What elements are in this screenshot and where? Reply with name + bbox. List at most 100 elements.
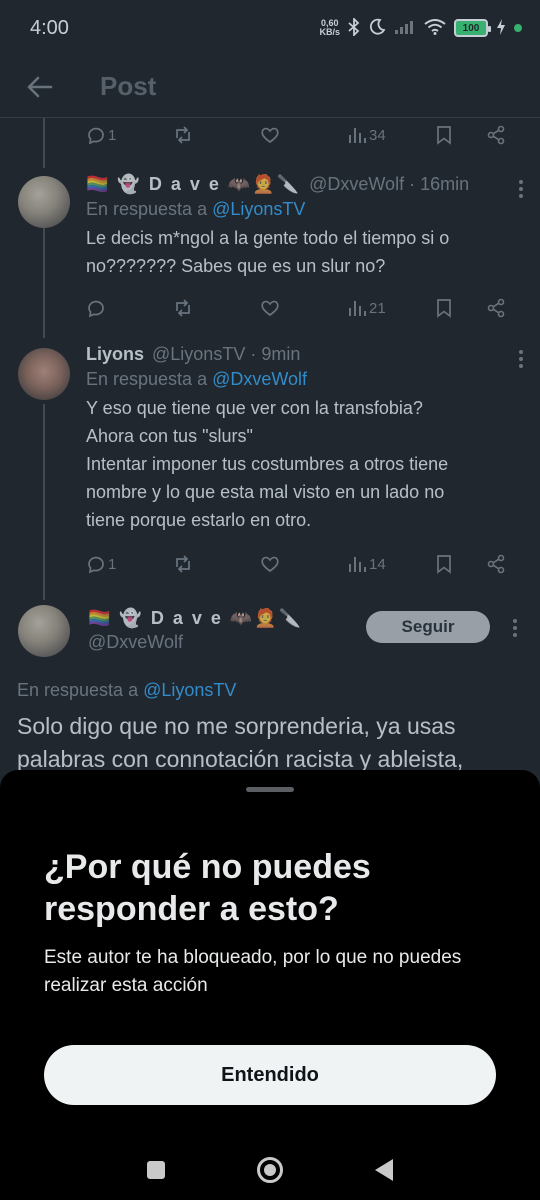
- bookmark-icon: [437, 299, 451, 318]
- reply-icon: [88, 127, 104, 145]
- repost-button[interactable]: [173, 298, 243, 318]
- reply-button[interactable]: 1: [86, 554, 156, 574]
- avatar[interactable]: [18, 605, 70, 657]
- share-icon: [487, 298, 505, 318]
- repost-icon: [176, 299, 190, 317]
- tweet-body: 🏳️‍🌈 👻 D a v e 🦇🧑‍🦰🔪 @DxveWolf · 16min E…: [86, 174, 526, 280]
- bottom-sheet: ¿Por qué no puedes responder a esto? Est…: [0, 770, 540, 1200]
- reply-button[interactable]: 1: [86, 125, 156, 145]
- tweet-actions: 1 34: [86, 118, 516, 152]
- share-icon: [487, 125, 505, 145]
- separator: ·: [250, 344, 257, 364]
- heart-icon: [261, 300, 279, 317]
- tweet-actions: 1 14: [86, 547, 516, 581]
- signal-icon: [394, 20, 416, 37]
- recents-button[interactable]: [147, 1161, 165, 1179]
- views-icon: [349, 128, 366, 143]
- app-header: Post: [0, 56, 540, 118]
- more-vertical-icon: [519, 350, 523, 368]
- reply-icon: [88, 556, 104, 574]
- tweet-text: Y eso que tiene que ver con la transfobi…: [86, 398, 449, 530]
- tweet-body: Liyons @LiyonsTV · 9min En respuesta a @…: [86, 344, 526, 534]
- secondary-actions: [434, 554, 516, 574]
- back-arrow-icon: [27, 76, 53, 97]
- avatar[interactable]: [18, 176, 70, 228]
- share-button[interactable]: [486, 298, 516, 318]
- system-back-button[interactable]: [375, 1159, 393, 1181]
- reply-handle-link[interactable]: @DxveWolf: [212, 369, 307, 389]
- display-name[interactable]: 🏳️‍🌈 👻 D a v e 🦇🧑‍🦰🔪: [88, 608, 303, 629]
- reply-handle-link[interactable]: @LiyonsTV: [143, 680, 236, 700]
- handle[interactable]: @DxveWolf: [309, 174, 404, 195]
- sheet-title: ¿Por qué no puedes responder a esto?: [44, 848, 371, 928]
- views-button[interactable]: 21: [347, 298, 417, 318]
- like-button[interactable]: [260, 554, 330, 574]
- reply-context: En respuesta a @LiyonsTV: [86, 199, 306, 219]
- repost-icon: [176, 555, 190, 573]
- bluetooth-icon: [348, 16, 360, 39]
- timestamp: 9min: [261, 344, 301, 364]
- share-button[interactable]: [486, 554, 516, 574]
- thread-connector: [43, 118, 45, 168]
- heart-icon: [261, 556, 279, 573]
- bookmark-icon: [437, 555, 451, 574]
- sheet-grabber[interactable]: [246, 787, 294, 792]
- understood-button[interactable]: Entendido: [44, 1045, 496, 1105]
- sheet-description: Este autor te ha bloqueado, por lo que n…: [44, 947, 462, 996]
- status-bar: 4:00 0,60 KB/s 100: [0, 0, 540, 56]
- share-button[interactable]: [486, 125, 516, 145]
- like-button[interactable]: [260, 298, 330, 318]
- display-name[interactable]: Liyons: [86, 344, 144, 365]
- bookmark-button[interactable]: [434, 298, 464, 318]
- handle[interactable]: @DxveWolf: [88, 632, 358, 653]
- back-button[interactable]: [20, 67, 60, 107]
- avatar[interactable]: [18, 348, 70, 400]
- secondary-actions: [434, 125, 516, 145]
- bookmark-button[interactable]: [434, 125, 464, 145]
- follow-button[interactable]: Seguir: [366, 611, 490, 643]
- tweet-text: Le decis m*ngol a la gente todo el tiemp…: [86, 228, 450, 276]
- privacy-indicator: [514, 24, 522, 32]
- views-icon: [349, 301, 366, 316]
- network-speed: 0,60 KB/s: [319, 18, 340, 37]
- tweet-header: Liyons @LiyonsTV · 9min: [86, 344, 526, 365]
- status-icons: 0,60 KB/s 100: [319, 16, 522, 39]
- timestamp: 16min: [420, 174, 470, 194]
- more-vertical-icon: [513, 619, 517, 637]
- page-title: Post: [100, 71, 157, 101]
- secondary-actions: [434, 298, 516, 318]
- more-options-button[interactable]: [518, 180, 524, 201]
- display-name[interactable]: 🏳️‍🌈 👻 D a v e 🦇🧑‍🦰🔪: [86, 174, 301, 195]
- tweet-header: 🏳️‍🌈 👻 D a v e 🦇🧑‍🦰🔪 @DxveWolf · 16min: [86, 174, 526, 195]
- tweet-actions: 21: [86, 291, 516, 325]
- bookmark-icon: [437, 126, 451, 145]
- home-button[interactable]: [257, 1157, 283, 1183]
- separator: ·: [409, 174, 416, 194]
- repost-button[interactable]: [173, 554, 243, 574]
- views-icon: [349, 557, 366, 572]
- more-vertical-icon: [519, 180, 523, 198]
- like-button[interactable]: [260, 125, 330, 145]
- bookmark-button[interactable]: [434, 554, 464, 574]
- repost-button[interactable]: [173, 125, 243, 145]
- focused-author: 🏳️‍🌈 👻 D a v e 🦇🧑‍🦰🔪 @DxveWolf: [88, 608, 358, 653]
- reply-icon: [88, 300, 104, 318]
- tweet-text: Solo digo que no me sorprenderia, ya usa…: [17, 713, 464, 772]
- reply-context: En respuesta a @DxveWolf: [86, 369, 308, 389]
- status-time: 4:00: [30, 16, 69, 39]
- more-options-button[interactable]: [512, 619, 518, 640]
- repost-icon: [176, 126, 190, 144]
- battery-indicator: 100: [454, 19, 491, 37]
- handle[interactable]: @LiyonsTV: [152, 344, 245, 365]
- wifi-icon: [424, 18, 446, 38]
- reply-handle-link[interactable]: @LiyonsTV: [212, 199, 305, 219]
- heart-icon: [261, 127, 279, 144]
- more-options-button[interactable]: [518, 350, 524, 371]
- reply-context: En respuesta a @LiyonsTV: [17, 680, 237, 700]
- views-button[interactable]: 14: [347, 554, 417, 574]
- reply-button[interactable]: [86, 298, 156, 318]
- moon-icon: [368, 18, 386, 39]
- system-nav-bar: [0, 1140, 540, 1200]
- charging-icon: [496, 18, 506, 38]
- views-button[interactable]: 34: [347, 125, 417, 145]
